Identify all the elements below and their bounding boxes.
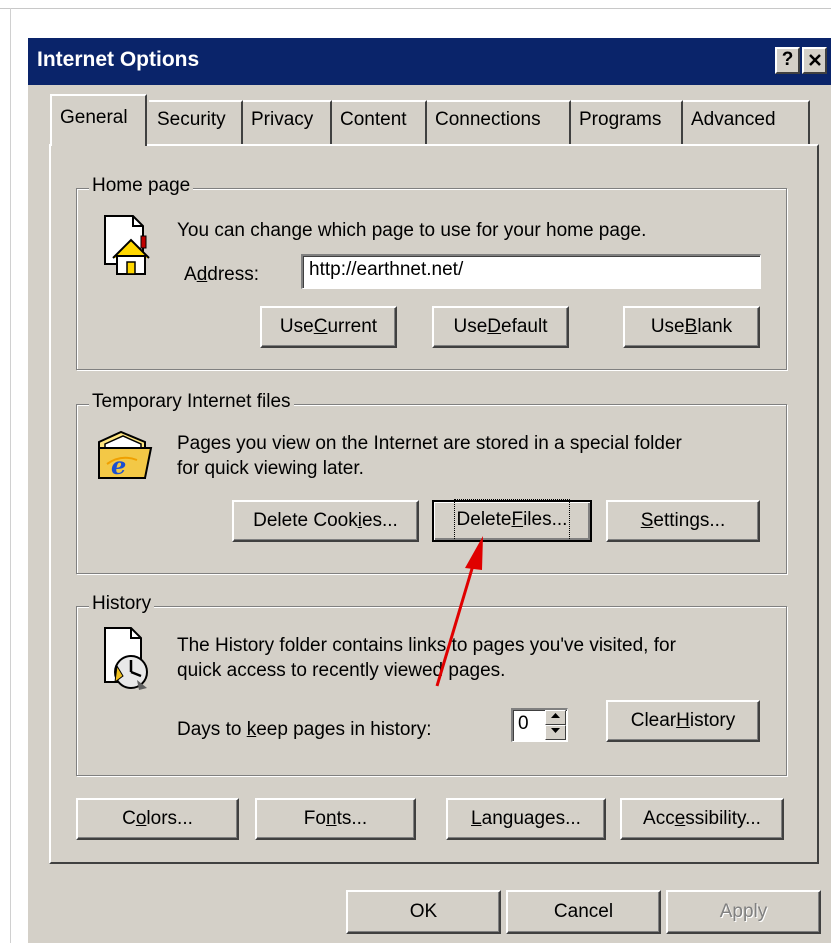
tab-general-label: General (60, 107, 128, 128)
arrow-head (465, 536, 483, 570)
tab-general[interactable]: General (50, 94, 147, 146)
